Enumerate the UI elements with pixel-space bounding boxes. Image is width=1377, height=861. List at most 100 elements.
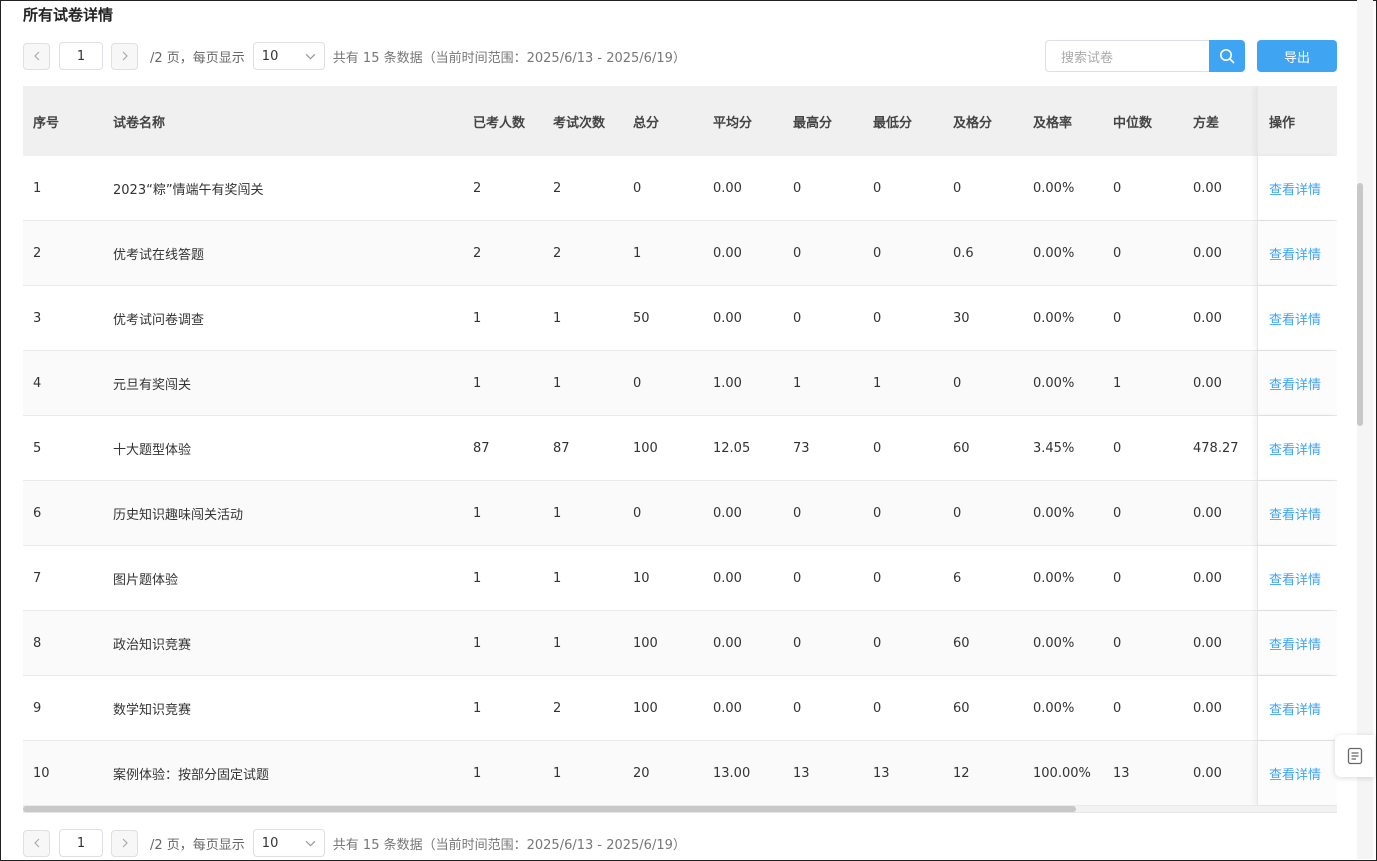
view-details-link[interactable]: 查看详情 [1269,699,1321,718]
cell-avg: 0.00 [713,635,742,651]
next-page-button[interactable] [111,829,138,857]
cell-median: 0 [1113,245,1122,261]
page-number-input[interactable]: 1 [59,42,103,70]
cell-times: 1 [553,310,562,326]
op-cell: 查看详情 [1257,741,1337,805]
cell-rate: 0.00% [1033,505,1075,521]
cell-idx: 6 [33,505,42,521]
cell-takers: 1 [473,310,482,326]
cell-rate: 0.00% [1033,700,1075,716]
cell-total: 10 [633,570,650,586]
cell-name: 优考试问卷调查 [113,312,205,328]
total-text: 共有 15 条数据（当前时间范围：2025/6/13 - 2025/6/19） [332,50,686,66]
cell-pass: 0 [953,505,962,521]
cell-pass: 60 [953,635,970,651]
cell-idx: 4 [33,375,42,391]
cell-rate: 0.00% [1033,245,1075,261]
cell-takers: 1 [473,635,482,651]
cell-max: 0 [793,700,802,716]
table-row: 10 案例体验：按部分固定试题 1 1 20 13.00 13 13 12 10… [23,741,1337,806]
cell-idx: 10 [33,765,50,781]
page-size-select[interactable]: 10 [252,42,325,70]
view-details-link[interactable]: 查看详情 [1269,309,1321,328]
view-details-link[interactable]: 查看详情 [1269,634,1321,653]
cell-idx: 9 [33,700,42,716]
cell-total: 100 [633,440,658,456]
cell-takers: 1 [473,765,482,781]
cell-avg: 0.00 [713,245,742,261]
page-size-value: 10 [261,48,279,64]
cell-idx: 2 [33,245,42,261]
table-row: 7 图片题体验 1 1 10 0.00 0 0 6 0.00% 0 0.00 查… [23,546,1337,611]
cell-idx: 1 [33,180,42,196]
cell-var: 0.00 [1193,570,1222,586]
cell-rate: 100.00% [1033,765,1091,781]
chevron-right-icon [122,838,128,848]
header-name: 试卷名称 [113,115,166,131]
op-cell: 查看详情 [1257,676,1337,740]
vertical-scrollbar-track[interactable] [1357,0,1373,859]
vertical-scrollbar-thumb[interactable] [1357,183,1363,426]
cell-max: 0 [793,635,802,651]
view-details-link[interactable]: 查看详情 [1269,374,1321,393]
table-row: 4 元旦有奖闯关 1 1 0 1.00 1 1 0 0.00% 1 0.00 查… [23,351,1337,416]
cell-times: 1 [553,570,562,586]
cell-avg: 0.00 [713,180,742,196]
header-median: 中位数 [1113,115,1153,131]
table-row: 8 政治知识竞赛 1 1 100 0.00 0 0 60 0.00% 0 0.0… [23,611,1337,676]
export-button[interactable]: 导出 [1257,40,1337,72]
prev-page-button[interactable] [23,829,50,857]
view-details-link[interactable]: 查看详情 [1269,764,1321,783]
cell-total: 20 [633,765,650,781]
cell-times: 2 [553,700,562,716]
prev-page-button[interactable] [23,42,50,70]
table-row: 2 优考试在线答题 2 2 1 0.00 0 0 0.6 0.00% 0 0.0… [23,221,1337,286]
view-details-link[interactable]: 查看详情 [1269,439,1321,458]
pagination-bottom: 1 /2 页，每页显示 10 共有 15 条数据（当前时间范围：2025/6/1… [23,828,686,858]
cell-median: 0 [1113,505,1122,521]
op-cell: 查看详情 [1257,286,1337,350]
cell-rate: 0.00% [1033,635,1075,651]
cell-pass: 0 [953,375,962,391]
cell-pass: 30 [953,310,970,326]
cell-avg: 0.00 [713,505,742,521]
header-times: 考试次数 [553,115,606,131]
cell-median: 0 [1113,180,1122,196]
table-row: 5 十大题型体验 87 87 100 12.05 73 0 60 3.45% 0… [23,416,1337,481]
cell-min: 0 [873,310,882,326]
view-details-link[interactable]: 查看详情 [1269,569,1321,588]
cell-var: 0.00 [1193,505,1222,521]
op-cell: 查看详情 [1257,481,1337,545]
divider [23,812,1337,813]
cell-takers: 87 [473,440,490,456]
next-page-button[interactable] [111,42,138,70]
page-title: 所有试卷详情 [23,6,114,24]
document-icon [1347,747,1363,765]
cell-max: 0 [793,505,802,521]
pages-text: /2 页，每页显示 [150,837,245,853]
chevron-left-icon [33,838,39,848]
cell-var: 0.00 [1193,765,1222,781]
page-size-select[interactable]: 10 [252,829,325,857]
floating-doc-button[interactable] [1335,735,1375,777]
table-row: 6 历史知识趣味闯关活动 1 1 0 0.00 0 0 0 0.00% 0 0.… [23,481,1337,546]
exam-table: 序号 试卷名称 已考人数 考试次数 总分 平均分 最高分 最低分 及格分 及格率… [23,86,1337,808]
cell-median: 0 [1113,310,1122,326]
header-rate: 及格率 [1033,115,1073,131]
cell-min: 1 [873,375,882,391]
cell-min: 0 [873,635,882,651]
page-number-input[interactable]: 1 [59,829,103,857]
cell-avg: 0.00 [713,310,742,326]
op-cell: 查看详情 [1257,546,1337,610]
view-details-link[interactable]: 查看详情 [1269,179,1321,198]
search-input[interactable]: 搜索试卷 [1045,40,1210,72]
cell-min: 0 [873,180,882,196]
search-button[interactable] [1209,40,1245,72]
cell-max: 0 [793,570,802,586]
view-details-link[interactable]: 查看详情 [1269,504,1321,523]
total-text: 共有 15 条数据（当前时间范围：2025/6/13 - 2025/6/19） [332,837,686,853]
cell-idx: 7 [33,570,42,586]
cell-var: 478.27 [1193,440,1239,456]
view-details-link[interactable]: 查看详情 [1269,244,1321,263]
cell-total: 50 [633,310,650,326]
